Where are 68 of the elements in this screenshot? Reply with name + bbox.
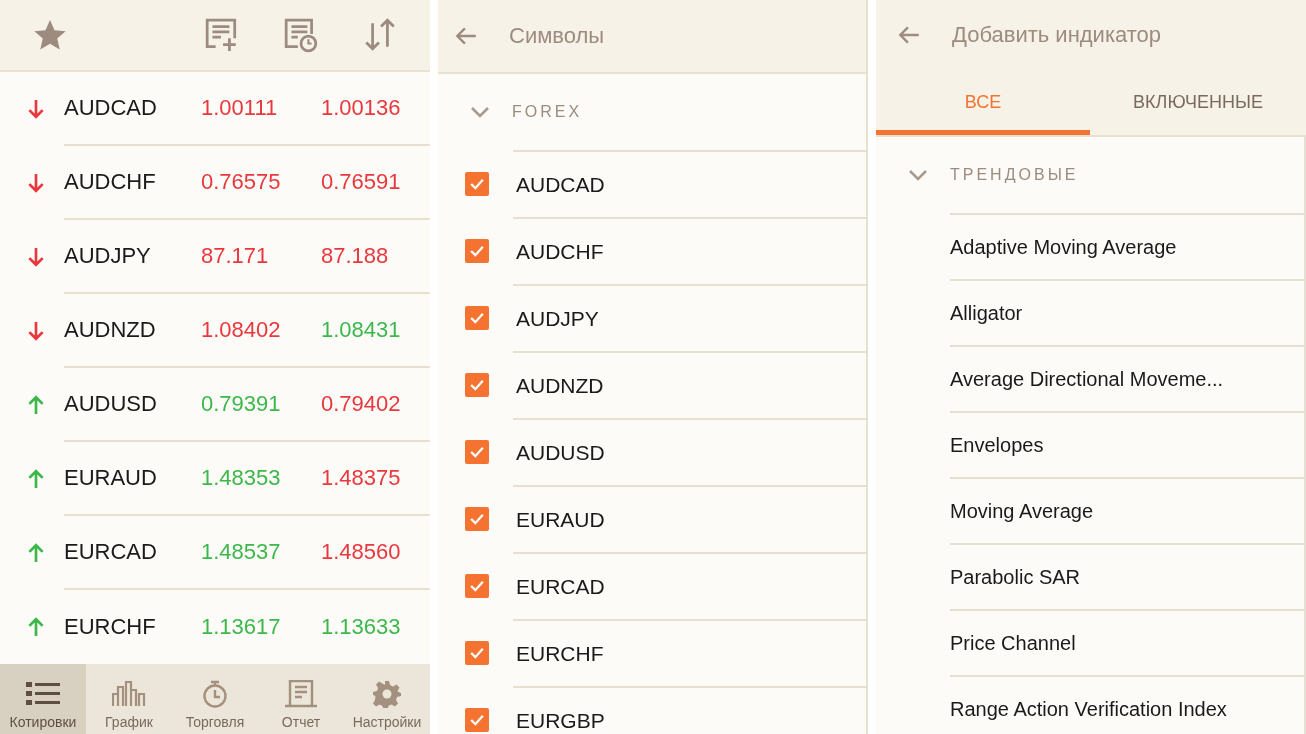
symbol-label: EURCAD xyxy=(516,574,605,599)
ask-price: 1.13633 xyxy=(321,614,402,640)
ask-price: 1.00136 xyxy=(321,95,402,121)
symbol-label: AUDJPY xyxy=(516,306,599,331)
bid-price: 1.00111 xyxy=(201,95,279,121)
checkbox[interactable] xyxy=(465,640,489,665)
bid-price: 87.171 xyxy=(201,243,270,269)
symbol-name: AUDCHF xyxy=(64,169,157,195)
checkbox[interactable] xyxy=(465,506,489,531)
indicator-item[interactable]: Moving Average xyxy=(950,499,1094,523)
symbol-name: EURCHF xyxy=(64,614,157,640)
group-label: FOREX xyxy=(512,103,583,121)
symbol-label: AUDNZD xyxy=(516,373,604,398)
ask-price: 1.48560 xyxy=(321,539,402,565)
symbol-name: AUDJPY xyxy=(64,243,152,269)
chevron-icon[interactable] xyxy=(908,169,928,181)
bid-price: 1.48353 xyxy=(201,465,282,491)
symbol-label: EURAUD xyxy=(516,507,605,532)
screen-title: Добавить индикатор xyxy=(952,22,1162,48)
ask-price: 0.76591 xyxy=(321,169,402,195)
sort-arrows-icon[interactable] xyxy=(362,17,398,53)
symbol-label: AUDUSD xyxy=(516,440,605,465)
ask-price: 1.08431 xyxy=(321,317,402,343)
symbol-name: AUDNZD xyxy=(64,317,157,343)
checkbox[interactable] xyxy=(465,573,489,598)
bid-price: 1.13617 xyxy=(201,614,282,640)
ask-price: 1.48375 xyxy=(321,465,402,491)
symbol-name: EURCAD xyxy=(64,539,158,565)
symbol-name: AUDUSD xyxy=(64,391,158,417)
bid-price: 0.79391 xyxy=(201,391,282,417)
checkbox[interactable] xyxy=(465,439,489,464)
checkbox[interactable] xyxy=(465,372,489,397)
bid-price: 0.76575 xyxy=(201,169,282,195)
nav-tab[interactable]: Торговля xyxy=(172,664,258,734)
checkbox[interactable] xyxy=(465,707,489,732)
symbol-label: EURCHF xyxy=(516,641,604,666)
indicator-item[interactable]: Price Channel xyxy=(950,631,1076,655)
symbol-label: AUDCAD xyxy=(516,172,605,197)
bid-price: 1.08402 xyxy=(201,317,282,343)
indicator-item[interactable]: Adaptive Moving Average xyxy=(950,235,1177,259)
bar-chart-icon xyxy=(112,680,146,708)
ask-price: 87.188 xyxy=(321,243,390,269)
symbol-name: AUDCAD xyxy=(64,95,158,121)
checkbox[interactable] xyxy=(465,238,489,263)
nav-tab[interactable]: Отчет xyxy=(258,664,344,734)
indicator-item[interactable]: Alligator xyxy=(950,301,1023,325)
document-clock-icon[interactable] xyxy=(283,17,319,53)
symbol-label: AUDCHF xyxy=(516,239,604,264)
indicator-item[interactable]: Average Directional Moveme... xyxy=(950,367,1224,391)
chevron-icon[interactable] xyxy=(470,106,490,118)
group-label: ТРЕНДОВЫЕ xyxy=(950,166,1079,184)
checkbox[interactable] xyxy=(465,305,489,330)
nav-tab[interactable]: Настройки xyxy=(344,664,430,734)
symbol-name: EURAUD xyxy=(64,465,158,491)
settings-icon xyxy=(370,680,404,708)
checkbox[interactable] xyxy=(465,171,489,196)
list-icon xyxy=(26,680,60,708)
indicator-item[interactable]: Range Action Verification Index xyxy=(950,697,1227,721)
ask-price: 0.79402 xyxy=(321,391,402,417)
document-icon xyxy=(284,680,318,708)
nav-tab[interactable]: График xyxy=(86,664,172,734)
bid-price: 1.48537 xyxy=(201,539,282,565)
screen-title: Символы xyxy=(509,23,605,49)
indicator-item[interactable]: Envelopes xyxy=(950,433,1044,457)
nav-tab[interactable]: Котировки xyxy=(0,664,86,734)
tab[interactable]: ВКЛЮЧЕННЫЕ xyxy=(1090,70,1306,135)
indicator-item[interactable]: Parabolic SAR xyxy=(950,565,1081,589)
symbol-label: EURGBP xyxy=(516,708,605,733)
